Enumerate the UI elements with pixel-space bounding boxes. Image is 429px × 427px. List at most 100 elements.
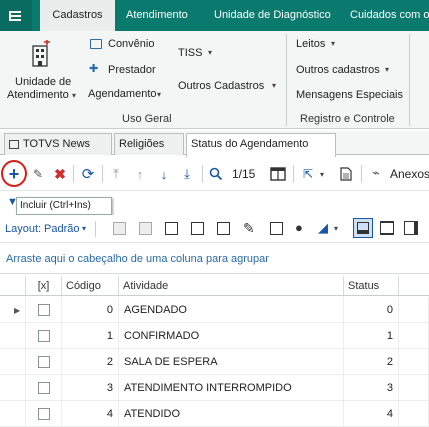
search-button[interactable] [206,163,226,185]
table-row[interactable]: 2 SALA DE ESPERA 2 [0,349,429,375]
pin-icon[interactable]: ✎ [243,220,255,237]
collapse-icon[interactable] [139,222,152,235]
layout-view-2-button[interactable] [380,221,394,235]
status-cell: 4 [344,401,399,427]
tab-unidade-diagnostico[interactable]: Unidade de Diagnóstico [214,0,331,31]
data-grid-body: ▶ 0 AGENDADO 0 1 CONFIRMADO 1 2 SALA DE ESPERA 2 3… [0,297,429,427]
row-checkbox[interactable] [26,401,62,427]
leitos-button[interactable]: Leitos [296,38,325,50]
filler-cell [399,401,429,427]
table-row[interactable]: 4 ATENDIDO 4 [0,401,429,427]
group-by-hint[interactable]: Arraste aqui o cabeçalho de uma coluna p… [0,244,429,274]
outros-cadastros-button[interactable]: Outros Cadastros [178,80,264,92]
unidade-label-2: Atendimento [7,89,69,101]
color-icon[interactable]: ● [295,220,303,235]
previous-record-button[interactable]: ↑ [130,163,150,185]
codigo-cell: 1 [62,323,119,349]
tab-cuidados[interactable]: Cuidados com o [350,0,429,31]
row-checkbox[interactable] [26,375,62,401]
format-icon[interactable]: ◢ [318,220,328,236]
edit-button[interactable]: ✎ [28,163,48,185]
row-checkbox[interactable] [26,349,62,375]
add-button[interactable]: + [4,163,24,185]
anexos-button[interactable]: Anexos [390,167,429,181]
columns-button[interactable] [268,163,288,185]
doc-tab-label: Religiões [119,138,165,150]
ribbon-group-registro: Registro e Controle [300,113,395,125]
table-row[interactable]: ▶ 0 AGENDADO 0 [0,297,429,323]
checkbox[interactable] [37,330,50,343]
doc-tab-religioes[interactable]: Religiões [114,133,184,155]
card-icon [90,39,102,49]
chevron-down-icon: ▾ [157,90,162,99]
ribbon-separator [286,34,287,126]
move-top-icon[interactable] [165,222,178,235]
outros-cadastros2-button[interactable]: Outros cadastros [296,64,380,76]
codigo-column-header[interactable]: Código [62,276,119,296]
chevron-down-icon: ▾ [208,48,213,57]
resize-icon[interactable] [270,222,283,235]
status-cell: 1 [344,323,399,349]
checkbox[interactable] [37,356,50,369]
check-column-header[interactable]: [x] [26,276,62,296]
search-icon [209,167,223,181]
move-up-icon[interactable] [191,222,204,235]
atividade-cell: SALA DE ESPERA [119,349,344,375]
status-cell: 2 [344,349,399,375]
row-checkbox[interactable] [26,297,62,323]
tab-cadastros[interactable]: Cadastros [40,0,115,31]
codigo-cell: 4 [62,401,119,427]
document-button[interactable] [336,163,356,185]
table-row[interactable]: 3 ATENDIMENTO INTERROMPIDO 3 [0,375,429,401]
status-column-header[interactable]: Status [344,276,399,296]
refresh-button[interactable]: ⟳ [78,163,98,185]
atividade-cell: CONFIRMADO [119,323,344,349]
next-record-button[interactable]: ↓ [154,163,174,185]
filler-cell [399,349,429,375]
toolbar-separator [73,165,74,183]
row-indicator [0,349,26,375]
convenio-button[interactable]: Convênio [108,38,154,50]
move-down-icon[interactable] [217,222,230,235]
checkbox[interactable] [37,408,50,421]
chevron-down-icon: ▾ [272,81,277,90]
doc-tab-totvs-news[interactable]: TOTVS News [4,133,112,155]
export-button[interactable]: ⇱ [298,163,318,185]
columns-icon [270,167,286,181]
delete-button[interactable]: ✖ [50,163,70,185]
checkbox[interactable] [37,382,50,395]
first-record-button[interactable]: ⤒ [106,163,126,185]
unidade-label-1: Unidade de [15,76,72,88]
atividade-column-header[interactable]: Atividade [119,276,344,296]
tiss-button[interactable]: TISS [178,47,202,59]
tab-window-icon [9,139,19,149]
status-cell: 3 [344,375,399,401]
filler-cell [399,297,429,323]
layout-select[interactable]: Padrão [44,223,79,235]
expand-icon[interactable] [113,222,126,235]
layout-view-1-button[interactable] [353,218,373,238]
codigo-cell: 0 [62,297,119,323]
row-indicator [0,375,26,401]
prestador-button[interactable]: Prestador [108,64,156,76]
building-icon [32,40,50,67]
codigo-cell: 3 [62,375,119,401]
toolbar-separator [102,165,103,183]
checkbox[interactable] [37,304,50,317]
mensagens-especiais-button[interactable]: Mensagens Especiais [296,89,403,101]
ribbon-separator [409,34,410,126]
doc-tab-status-agendamento[interactable]: Status do Agendamento [186,133,336,157]
toolbar-separator [95,221,96,237]
row-indicator [0,401,26,427]
table-row[interactable]: 1 CONFIRMADO 1 [0,323,429,349]
app-menu-button[interactable] [0,0,32,31]
layout-view-3-button[interactable] [404,221,418,235]
prestador-icon: ✚ [89,63,99,75]
tab-atendimento[interactable]: Atendimento [126,0,188,31]
toolbar-separator [293,165,294,183]
row-checkbox[interactable] [26,323,62,349]
agendamento-button[interactable]: Agendamento [88,88,157,100]
row-pointer-icon: ▶ [14,306,21,315]
codigo-cell: 2 [62,349,119,375]
last-record-button[interactable]: ⤓ [177,163,197,185]
